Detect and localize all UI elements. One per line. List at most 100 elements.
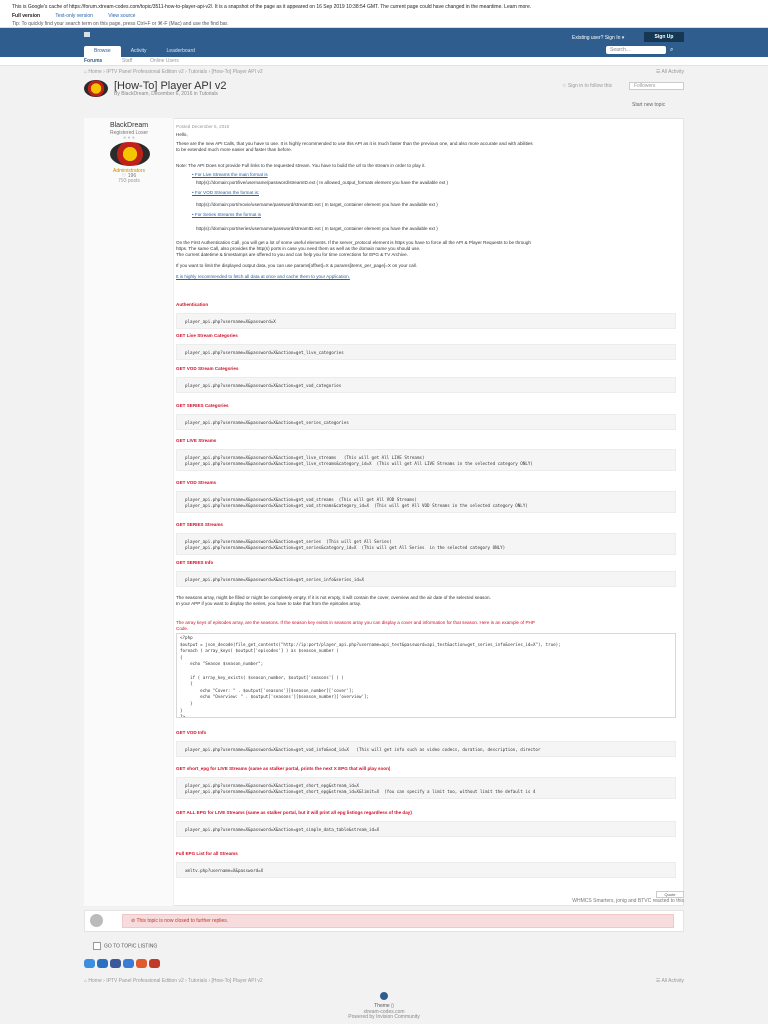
sign-in-link[interactable]: Existing user? Sign In ▾ bbox=[572, 35, 624, 41]
section-heading: GET SERIES Categories bbox=[176, 403, 229, 408]
section-heading: Full EPG List for all Streams bbox=[176, 851, 238, 856]
powered-by[interactable]: Powered by Invision Community bbox=[0, 1014, 768, 1020]
theme-icon bbox=[380, 992, 388, 1000]
text-only-link[interactable]: Text-only version bbox=[55, 13, 93, 19]
code-block: player_api.php?username=X&password=X bbox=[176, 313, 676, 329]
topic-byline: By BlackDream, December 6, 2016 in Tutor… bbox=[114, 91, 218, 97]
share-button[interactable] bbox=[149, 959, 160, 968]
post-date[interactable]: Posted December 6, 2016 bbox=[176, 124, 229, 130]
start-new-topic-link[interactable]: Start new topic bbox=[632, 102, 665, 108]
code-line: player_api.php?username=X&password=X&act… bbox=[185, 747, 541, 752]
main-nav: Browse Activity Leaderboard bbox=[84, 46, 205, 57]
cache-tip: Tip: To quickly find your search term on… bbox=[12, 21, 229, 27]
code-line: player_api.php?username=X&password=X&act… bbox=[185, 420, 349, 425]
reactions-summary[interactable]: WHMCS Smarters, jonig and BTVC reacted t… bbox=[540, 898, 684, 904]
post-greeting: Hello, bbox=[176, 132, 188, 137]
section-heading: GET ALL EPG for LIVE Streams (same as st… bbox=[176, 810, 412, 815]
subnav-online-users[interactable]: Online Users bbox=[150, 57, 179, 66]
code-line: player_api.php?username=X&password=X&act… bbox=[185, 544, 506, 550]
subnav-forums[interactable]: Forums bbox=[84, 57, 102, 66]
topic-avatar[interactable] bbox=[84, 80, 108, 97]
author-name[interactable]: BlackDream bbox=[84, 122, 174, 129]
quote-button[interactable]: Quote bbox=[656, 891, 684, 898]
code-line: player_api.php?username=X&password=X&act… bbox=[185, 788, 536, 794]
section-heading: GET short_epg for LIVE Streams (same as … bbox=[176, 766, 391, 771]
share-button[interactable] bbox=[97, 959, 108, 968]
code-block: player_api.php?username=X&password=X&act… bbox=[176, 414, 676, 430]
share-button[interactable] bbox=[84, 959, 95, 968]
section-heading: GET LIVE Streams bbox=[176, 438, 217, 443]
nav-browse[interactable]: Browse bbox=[84, 46, 121, 57]
nav-leaderboard[interactable]: Leaderboard bbox=[157, 46, 205, 57]
code-block: player_api.php?username=X&password=X&act… bbox=[176, 741, 676, 757]
code-line: xmltv.php?username=X&password=X bbox=[185, 868, 264, 873]
follow-button[interactable]: ☆ Sign in to follow this bbox=[562, 83, 612, 89]
author-avatar[interactable] bbox=[110, 142, 150, 166]
section-heading: GET SERIES Info bbox=[176, 560, 214, 565]
go-to-topic-listing[interactable]: GO TO TOPIC LISTING bbox=[93, 942, 157, 950]
live-format: http(s)://domain:port/live/username/pass… bbox=[196, 180, 449, 185]
code-block: player_api.php?username=X&password=X&act… bbox=[176, 821, 676, 837]
search-input[interactable]: Search... bbox=[606, 46, 666, 54]
author-column bbox=[84, 118, 174, 906]
back-arrow-icon bbox=[93, 942, 101, 950]
breadcrumb-path[interactable]: ⌂ Home › IPTV Panel Professional Edition… bbox=[84, 69, 263, 75]
code-block: player_api.php?username=X&password=X&act… bbox=[176, 449, 676, 471]
share-button[interactable] bbox=[123, 959, 134, 968]
code-block: player_api.php?username=X&password=X&act… bbox=[176, 571, 676, 587]
sign-up-button[interactable]: Sign Up bbox=[644, 32, 684, 42]
seasons-info-line2: In your APP if you want to display the s… bbox=[176, 601, 361, 606]
sub-nav: Forums Staff Online Users bbox=[0, 57, 768, 66]
php-code-block: <?php $output = json_decode(file_get_con… bbox=[176, 633, 676, 718]
array-keys-line2: Code. bbox=[176, 626, 189, 631]
footer: Theme ▯ xtream-codes.com Powered by Invi… bbox=[0, 990, 768, 1024]
post-intro-line1: These are the new API Calls, that you ha… bbox=[176, 141, 533, 146]
cache-notice: This is Google's cache of https://forum.… bbox=[12, 4, 532, 10]
nav-activity[interactable]: Activity bbox=[121, 46, 157, 57]
view-source-link[interactable]: View source bbox=[108, 13, 135, 19]
code-line: player_api.php?username=X&password=X&act… bbox=[185, 577, 364, 582]
site-logo[interactable] bbox=[84, 32, 90, 37]
section-heading: Authentication bbox=[176, 302, 209, 307]
code-line: player_api.php?username=X&password=X&act… bbox=[185, 350, 344, 355]
code-block: player_api.php?username=X&password=X&act… bbox=[176, 533, 676, 555]
breadcrumb-bottom: ⌂ Home › IPTV Panel Professional Edition… bbox=[84, 978, 684, 984]
section-heading: GET SERIES Streams bbox=[176, 522, 223, 527]
full-version-link[interactable]: Full version bbox=[12, 13, 40, 19]
share-button[interactable] bbox=[110, 959, 121, 968]
series-format: http(s)://domain:port/series/username/pa… bbox=[196, 226, 438, 231]
post-note: Note: The API Does not provide Full link… bbox=[176, 163, 426, 168]
author-post-count: 793 posts bbox=[118, 178, 140, 184]
go-to-topic-label: GO TO TOPIC LISTING bbox=[104, 943, 158, 950]
code-block: player_api.php?username=X&password=X&act… bbox=[176, 491, 676, 513]
code-block: player_api.php?username=X&password=X&act… bbox=[176, 344, 676, 360]
google-cache-banner: This is Google's cache of https://forum.… bbox=[0, 0, 768, 28]
section-heading: GET VOD Streams bbox=[176, 480, 217, 485]
code-line: player_api.php?username=X&password=X&act… bbox=[185, 460, 533, 466]
code-line: player_api.php?username=X&password=X&act… bbox=[185, 502, 528, 508]
code-line: player_api.php?username=X&password=X&act… bbox=[185, 383, 342, 388]
guest-avatar bbox=[90, 914, 103, 927]
all-activity-link-bottom[interactable]: ☰ All Activity bbox=[656, 978, 684, 984]
code-block: xmltv.php?username=X&password=X bbox=[176, 862, 676, 878]
breadcrumb: ⌂ Home › IPTV Panel Professional Edition… bbox=[84, 69, 684, 75]
all-activity-link[interactable]: ☰ All Activity bbox=[656, 69, 684, 75]
code-line: player_api.php?username=X&password=X&act… bbox=[185, 827, 380, 832]
breadcrumb-bottom-path[interactable]: ⌂ Home › IPTV Panel Professional Edition… bbox=[84, 978, 263, 984]
vod-format: http(s)://domain:port/movie/username/pas… bbox=[196, 202, 438, 207]
followers-count[interactable]: Followers bbox=[629, 82, 684, 90]
code-line: player_api.php?username=X&password=X bbox=[185, 319, 276, 324]
search-icon[interactable]: ⌕ bbox=[670, 46, 678, 54]
topic-closed-message: ⊘ This topic is now closed to further re… bbox=[122, 914, 674, 928]
section-heading: GET Live Stream Categories bbox=[176, 333, 238, 338]
section-heading: GET VOD Info bbox=[176, 730, 207, 735]
code-block: player_api.php?username=X&password=X&act… bbox=[176, 377, 676, 393]
post-intro-line2: to be extended much more easier and fast… bbox=[176, 147, 292, 152]
share-button[interactable] bbox=[136, 959, 147, 968]
share-buttons bbox=[84, 959, 160, 968]
auth-info-line1: On the First Authentication Call, you wi… bbox=[176, 240, 531, 245]
limit-info: If you want to limit the displayed outpu… bbox=[176, 263, 417, 268]
section-heading: GET VOD Stream Categories bbox=[176, 366, 239, 371]
auth-info-line2: https. The same Call, also provides the … bbox=[176, 246, 421, 251]
subnav-staff[interactable]: Staff bbox=[122, 57, 132, 66]
